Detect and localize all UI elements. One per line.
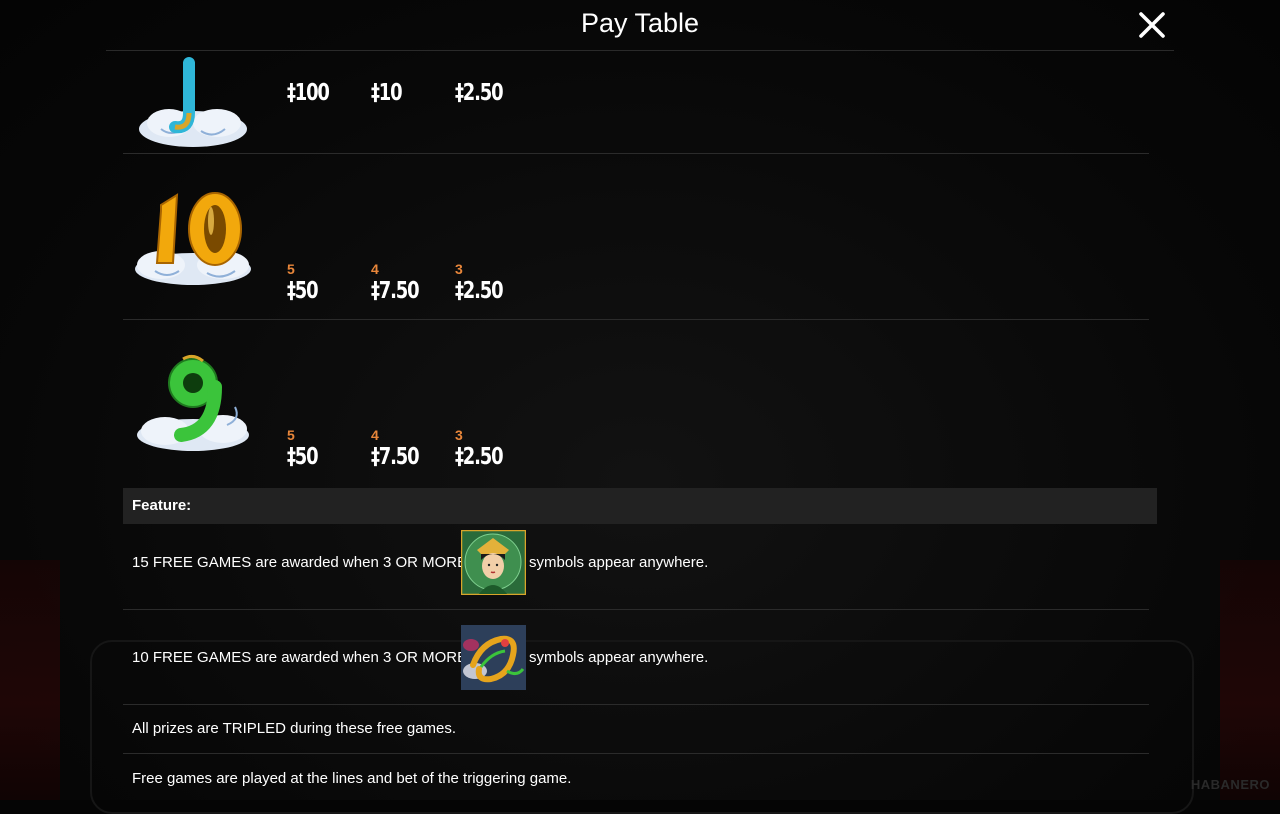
payout-amount: ‡7.50 <box>371 278 420 304</box>
feature-line: 15 FREE GAMES are awarded when 3 OR MORE… <box>123 524 1149 610</box>
feature-line: 10 FREE GAMES are awarded when 3 OR MORE… <box>123 609 1149 705</box>
payout-amount: ‡50 <box>287 444 319 470</box>
paytable-header: Pay Table <box>106 0 1174 51</box>
pay-column: 4 ‡7.50 <box>371 427 451 470</box>
j-symbol-icon <box>139 57 247 147</box>
payout-amount: ‡100 <box>287 80 330 106</box>
empress-scatter-icon <box>461 530 526 595</box>
pay-column: ‡10 <box>371 63 451 106</box>
payout-amount: ‡2.50 <box>455 444 504 470</box>
symbol-count: 3 <box>455 261 463 277</box>
symbol-count <box>371 63 451 80</box>
payout-amount: ‡2.50 <box>455 80 504 106</box>
symbol-count: 4 <box>371 261 379 277</box>
paytable-scroll-area[interactable]: ‡100 ‡10 ‡2.50 5 ‡50 4 ‡7.50 3 ‡2.50 5 ‡… <box>0 51 1280 800</box>
ten-symbol-icon <box>135 192 251 285</box>
symbol-count: 5 <box>287 427 295 443</box>
feature-text: All prizes are TRIPLED during these free… <box>132 720 457 737</box>
feature-line: All prizes are TRIPLED during these free… <box>123 704 1149 754</box>
feature-section-header: Feature: <box>123 488 1157 524</box>
symbol-count: 4 <box>371 427 379 443</box>
payout-amount: ‡10 <box>371 80 403 106</box>
symbol-count: 3 <box>455 427 463 443</box>
feature-text: symbols appear anywhere. <box>529 649 709 666</box>
payout-amount: ‡50 <box>287 278 319 304</box>
pay-column: 3 ‡2.50 <box>455 427 535 470</box>
pay-column: ‡2.50 <box>455 63 535 106</box>
pay-column: 4 ‡7.50 <box>371 261 451 304</box>
close-button[interactable] <box>1136 9 1168 41</box>
page-title: Pay Table <box>580 8 700 38</box>
pay-column: 5 ‡50 <box>287 427 367 470</box>
feature-text: symbols appear anywhere. <box>529 554 709 571</box>
close-icon <box>1139 12 1165 38</box>
pay-column: 5 ‡50 <box>287 261 367 304</box>
symbol-count <box>455 63 535 80</box>
symbol-count: 5 <box>287 261 295 277</box>
feature-line: Free games are played at the lines and b… <box>123 753 1149 800</box>
paytable-row-10: 5 ‡50 4 ‡7.50 3 ‡2.50 <box>123 153 1149 320</box>
paytable-row-j: ‡100 ‡10 ‡2.50 <box>123 51 1149 154</box>
phoenix-scatter-icon <box>461 625 526 690</box>
feature-text: 10 FREE GAMES are awarded when 3 OR MORE <box>132 649 468 666</box>
pay-column: 3 ‡2.50 <box>455 261 535 304</box>
paytable-row-9: 5 ‡50 4 ‡7.50 3 ‡2.50 <box>123 319 1149 485</box>
nine-symbol-icon <box>137 354 249 451</box>
feature-text: Free games are played at the lines and b… <box>132 770 572 787</box>
payout-amount: ‡7.50 <box>371 444 420 470</box>
feature-heading: Feature: <box>132 497 192 514</box>
pay-column: ‡100 <box>287 63 367 106</box>
symbol-count <box>287 63 367 80</box>
payout-amount: ‡2.50 <box>455 278 504 304</box>
feature-text: 15 FREE GAMES are awarded when 3 OR MORE <box>132 554 468 571</box>
